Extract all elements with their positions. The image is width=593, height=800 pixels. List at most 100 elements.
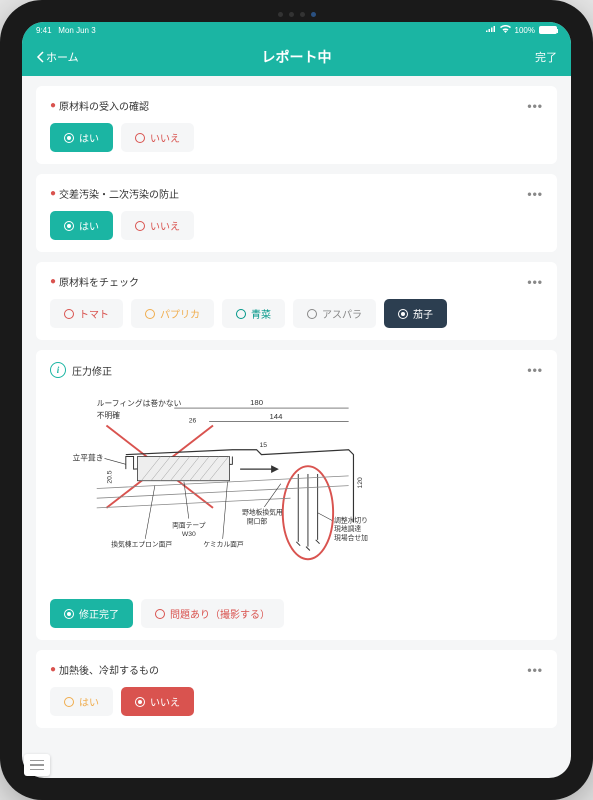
btn-label: 茄子 [413, 306, 433, 321]
card-title: ● 原材料の受入の確認 [50, 98, 149, 113]
btn-label: 青菜 [251, 306, 271, 321]
title-text: 原材料の受入の確認 [59, 98, 149, 113]
btn-label: トマト [79, 306, 109, 321]
radio-icon [64, 221, 74, 231]
card-title: ● 原材料をチェック [50, 274, 139, 289]
info-icon[interactable]: i [50, 362, 66, 378]
btn-label: いいえ [150, 130, 180, 145]
btn-label: はい [79, 130, 99, 145]
radio-icon [398, 309, 408, 319]
card-title: ● 加熱後、冷却するもの [50, 662, 159, 677]
radio-icon [236, 309, 246, 319]
btn-label: 問題あり（撮影する） [170, 606, 270, 621]
chip-asparagus[interactable]: アスパラ [293, 299, 376, 328]
required-dot-icon: ● [50, 664, 56, 675]
content-scroll[interactable]: ● 原材料の受入の確認 ••• はい いいえ [22, 76, 571, 778]
status-bar: 9:41 Mon Jun 3 100% [22, 22, 571, 38]
page-title: レポート中 [262, 47, 332, 67]
chip-greens[interactable]: 青菜 [222, 299, 285, 328]
chosei-label: 調整水切り [334, 515, 368, 524]
back-label: ホーム [46, 49, 79, 65]
camera-bar [252, 10, 342, 18]
nojiita-label: 野地板換気用 [242, 508, 283, 517]
radio-icon [135, 697, 145, 707]
radio-icon [135, 221, 145, 231]
required-dot-icon: ● [50, 276, 56, 287]
radio-icon [64, 697, 74, 707]
tatehira-label: 立平葺き [73, 452, 104, 462]
card-ingredients: ● 原材料をチェック ••• トマト パプリカ [36, 262, 557, 340]
battery-percent: 100% [515, 26, 535, 35]
card-title: ● 交差汚染・二次汚染の防止 [50, 186, 179, 201]
back-button[interactable]: ホーム [36, 49, 79, 65]
radio-icon [145, 309, 155, 319]
title-text: 加熱後、冷却するもの [59, 662, 159, 677]
dim-26: 26 [189, 418, 197, 425]
screen: 9:41 Mon Jun 3 100% ホーム レポート中 [22, 22, 571, 778]
yes-button[interactable]: はい [50, 123, 113, 152]
btn-label: はい [79, 694, 99, 709]
status-right: 100% [486, 25, 557, 35]
technical-diagram: 180 144 26 ルーフィングは巻かない 不明確 立平葺き [50, 388, 543, 589]
apron-label: 換気棟エプロン面戸 [111, 540, 172, 549]
btn-label: 修正完了 [79, 606, 119, 621]
dim-180: 180 [250, 398, 263, 407]
signal-icon [486, 26, 496, 35]
title-text: 原材料をチェック [59, 274, 139, 289]
dim-205: 20.5 [106, 470, 113, 483]
unknown-label: 不明確 [97, 410, 121, 420]
radio-icon [307, 309, 317, 319]
w30-label: W30 [182, 531, 196, 538]
no-button[interactable]: いいえ [121, 211, 194, 240]
yes-button[interactable]: はい [50, 687, 113, 716]
more-icon[interactable]: ••• [527, 275, 543, 289]
genba-label: 現場合せ加工 [334, 533, 368, 542]
radio-icon [135, 133, 145, 143]
fix-done-button[interactable]: 修正完了 [50, 599, 133, 628]
tablet-frame: 9:41 Mon Jun 3 100% ホーム レポート中 [0, 0, 593, 800]
required-dot-icon: ● [50, 188, 56, 199]
btn-label: いいえ [150, 694, 180, 709]
dim-144: 144 [270, 412, 284, 421]
title-text: 交差汚染・二次汚染の防止 [59, 186, 179, 201]
radio-icon [64, 309, 74, 319]
dim-15: 15 [260, 442, 268, 449]
opening-label: 開口部 [247, 516, 268, 525]
problem-button[interactable]: 問題あり（撮影する） [141, 599, 284, 628]
more-icon[interactable]: ••• [527, 363, 543, 377]
required-dot-icon: ● [50, 100, 56, 111]
card-title: i 圧力修正 [50, 362, 112, 378]
chip-tomato[interactable]: トマト [50, 299, 123, 328]
btn-label: パプリカ [160, 306, 200, 321]
chemical-label: ケミカル面戸 [203, 541, 244, 549]
dim-120: 120 [357, 477, 364, 489]
more-icon[interactable]: ••• [527, 187, 543, 201]
chip-paprika[interactable]: パプリカ [131, 299, 214, 328]
radio-icon [64, 133, 74, 143]
nav-bar: ホーム レポート中 完了 [22, 38, 571, 76]
card-contamination: ● 交差汚染・二次汚染の防止 ••• はい いいえ [36, 174, 557, 252]
status-left: 9:41 Mon Jun 3 [36, 26, 96, 35]
status-date: Mon Jun 3 [58, 26, 95, 35]
card-cooling: ● 加熱後、冷却するもの ••• はい いいえ [36, 650, 557, 728]
radio-icon [155, 609, 165, 619]
status-time: 9:41 [36, 26, 52, 35]
wifi-icon [500, 25, 511, 35]
roofing-label: ルーフィングは巻かない [97, 398, 182, 408]
more-icon[interactable]: ••• [527, 663, 543, 677]
btn-label: アスパラ [322, 306, 362, 321]
no-button[interactable]: いいえ [121, 123, 194, 152]
no-button[interactable]: いいえ [121, 687, 194, 716]
more-icon[interactable]: ••• [527, 99, 543, 113]
chevron-left-icon [36, 51, 44, 63]
btn-label: いいえ [150, 218, 180, 233]
done-button[interactable]: 完了 [535, 49, 557, 65]
genchi-label: 現地調達 [334, 524, 361, 533]
tape-label: 両面テープ [172, 521, 206, 529]
title-text: 圧力修正 [72, 363, 112, 378]
radio-icon [64, 609, 74, 619]
card-pressure: i 圧力修正 ••• 180 144 26 [36, 350, 557, 640]
chip-eggplant[interactable]: 茄子 [384, 299, 447, 328]
yes-button[interactable]: はい [50, 211, 113, 240]
menu-icon[interactable] [24, 754, 50, 776]
